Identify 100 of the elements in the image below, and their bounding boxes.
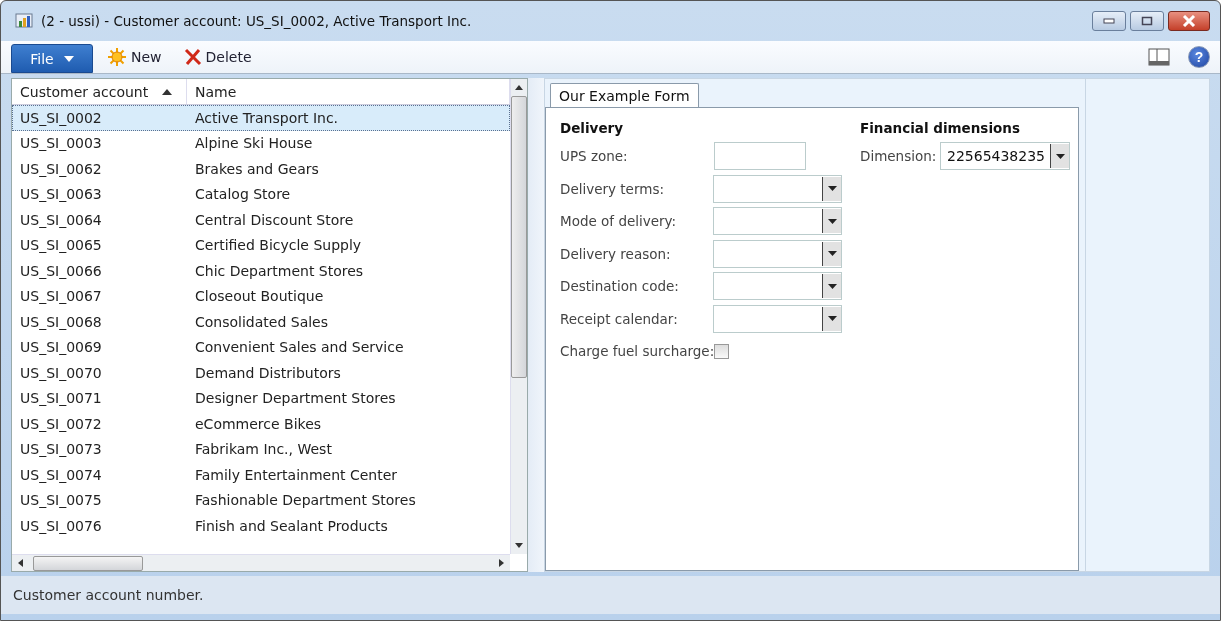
table-cell-text: Fabrikam Inc., West: [194, 441, 333, 458]
field-label: Delivery terms:: [560, 180, 665, 197]
dropdown-field[interactable]: [712, 174, 842, 203]
table-cell-text: US_SI_0068: [19, 313, 103, 330]
table-cell-text: Convenient Sales and Service: [194, 339, 405, 356]
horizontal-scrollbar[interactable]: [12, 554, 510, 571]
maximize-icon: [1141, 16, 1153, 26]
grid-row[interactable]: US_SI_0067 Closeout Boutique: [12, 283, 510, 309]
dropdown-field[interactable]: [712, 207, 842, 236]
table-cell-text: Catalog Store: [194, 186, 292, 203]
dropdown-arrow-icon: [827, 316, 837, 322]
table-cell-text: Alpine Ski House: [194, 135, 314, 152]
table-cell-text: US_SI_0003: [19, 135, 103, 152]
table-cell-text: US_SI_0069: [19, 339, 103, 356]
field-label: UPS zone:: [560, 148, 629, 165]
window-title: (2 - ussi) - Customer account: US_SI_0002, Active Transport Inc.: [41, 13, 472, 29]
dropdown-arrow-icon: [827, 251, 837, 257]
delete-button[interactable]: Delete: [175, 48, 260, 66]
grid-row[interactable]: US_SI_0066 Chic Department Stores: [12, 258, 510, 284]
table-cell-text: Active Transport Inc.: [194, 109, 340, 126]
grid-row[interactable]: US_SI_0003 Alpine Ski House: [12, 130, 510, 156]
field-label: Charge fuel surcharge:: [560, 343, 714, 360]
grid-row[interactable]: US_SI_0071 Designer Department Stores: [12, 385, 510, 411]
checkbox[interactable]: [714, 343, 729, 359]
grid-row[interactable]: US_SI_0002 Active Transport Inc.: [12, 105, 510, 131]
grid-row[interactable]: US_SI_0068 Consolidated Sales: [12, 309, 510, 335]
grid-row[interactable]: US_SI_0069 Convenient Sales and Service: [12, 334, 510, 360]
table-cell-text: US_SI_0070: [19, 364, 103, 381]
input-field[interactable]: [714, 142, 806, 171]
scroll-down-icon[interactable]: [515, 543, 523, 548]
help-button[interactable]: ?: [1188, 46, 1210, 68]
grid-row[interactable]: US_SI_0073 Fabrikam Inc., West: [12, 436, 510, 462]
table-cell-text: US_SI_0066: [19, 262, 103, 279]
scroll-up-icon[interactable]: [515, 85, 523, 90]
new-button[interactable]: New: [99, 47, 170, 67]
grid-row[interactable]: US_SI_0076 Finish and Sealant Products: [12, 513, 510, 539]
field-label: Receipt calendar:: [560, 310, 679, 327]
grid-row[interactable]: US_SI_0065 Certified Bicycle Supply: [12, 232, 510, 258]
layout-icon[interactable]: [1148, 48, 1170, 66]
table-cell-text: US_SI_0076: [19, 517, 103, 534]
scroll-left-icon[interactable]: [18, 559, 23, 567]
table-cell-text: Family Entertainment Center: [194, 466, 399, 483]
field-label: Dimension:: [860, 148, 938, 165]
column-header[interactable]: Customer account: [12, 79, 187, 104]
table-cell-text: Closeout Boutique: [194, 288, 325, 305]
table-cell-text: US_SI_0073: [19, 441, 103, 458]
close-icon: [1182, 15, 1196, 27]
grid-row[interactable]: US_SI_0064 Central Discount Store: [12, 207, 510, 233]
dropdown-field[interactable]: [712, 272, 842, 301]
table-cell-text: US_SI_0002: [19, 109, 103, 126]
table-cell-text: US_SI_0064: [19, 211, 103, 228]
field-label: Delivery reason:: [560, 245, 672, 262]
minimize-button[interactable]: [1092, 11, 1126, 31]
table-cell-text: Consolidated Sales: [194, 313, 330, 330]
dropdown-field[interactable]: [712, 239, 842, 268]
table-cell-text: US_SI_0074: [19, 466, 103, 483]
table-cell-text: Chic Department Stores: [194, 262, 365, 279]
field-label: Destination code:: [560, 278, 680, 295]
group-heading: Financial dimensions: [860, 120, 1021, 136]
table-cell-text: US_SI_0072: [19, 415, 103, 432]
table-cell-text: Designer Department Stores: [194, 390, 397, 407]
table-cell-text: eCommerce Bikes: [194, 415, 323, 432]
splitter-handle[interactable]: [528, 78, 544, 572]
dropdown-arrow-icon: [827, 283, 837, 289]
maximize-button[interactable]: [1130, 11, 1164, 31]
table-cell-text: US_SI_0063: [19, 186, 103, 203]
grid-row[interactable]: US_SI_0074 Family Entertainment Center: [12, 462, 510, 488]
table-cell-text: US_SI_0067: [19, 288, 103, 305]
file-menu-button[interactable]: File: [11, 44, 93, 73]
table-cell-text: Certified Bicycle Supply: [194, 237, 363, 254]
vertical-scrollbar[interactable]: [510, 79, 527, 554]
form-tab[interactable]: Our Example Form: [550, 83, 699, 108]
grid-row[interactable]: US_SI_0070 Demand Distributors: [12, 360, 510, 386]
dropdown-arrow-icon: [1055, 153, 1065, 159]
table-cell-text: Fashionable Department Stores: [194, 492, 417, 509]
dropdown-arrow-icon: [827, 218, 837, 224]
scroll-right-icon[interactable]: [499, 559, 504, 567]
sun-icon: [107, 47, 127, 67]
cross-icon: [183, 48, 202, 66]
field-label: Mode of delivery:: [560, 213, 678, 230]
dropdown-field[interactable]: 22565438235: [940, 142, 1070, 171]
chart-icon: [15, 12, 33, 30]
dropdown-arrow-icon: [827, 186, 837, 192]
minimize-icon: [1103, 18, 1115, 24]
table-cell-text: US_SI_0071: [19, 390, 103, 407]
table-cell-text: Demand Distributors: [194, 364, 342, 381]
grid-row[interactable]: US_SI_0063 Catalog Store: [12, 181, 510, 207]
group-heading: Delivery: [560, 120, 625, 136]
dropdown-field[interactable]: [712, 304, 842, 333]
grid-row[interactable]: US_SI_0072 eCommerce Bikes: [12, 411, 510, 437]
table-cell-text: Finish and Sealant Products: [194, 517, 389, 534]
grid-row[interactable]: US_SI_0062 Brakes and Gears: [12, 156, 510, 182]
close-button[interactable]: [1168, 11, 1210, 31]
table-cell-text: Brakes and Gears: [194, 160, 320, 177]
table-cell-text: Central Discount Store: [194, 211, 355, 228]
table-cell-text: US_SI_0075: [19, 492, 103, 509]
grid-row[interactable]: US_SI_0075 Fashionable Department Stores: [12, 487, 510, 513]
table-cell-text: US_SI_0065: [19, 237, 103, 254]
caret-icon: [63, 55, 74, 62]
table-cell-text: US_SI_0062: [19, 160, 103, 177]
